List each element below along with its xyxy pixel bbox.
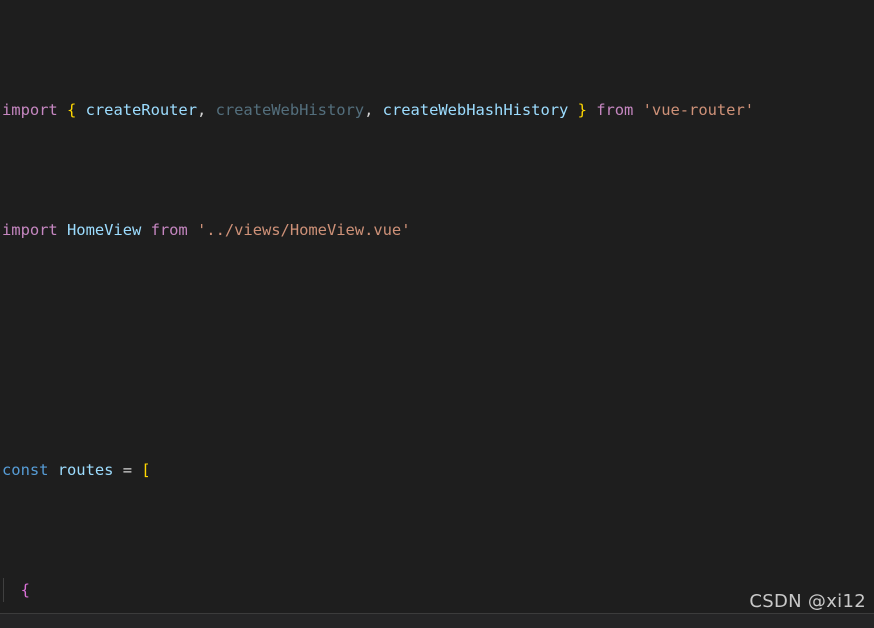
token-string: '../views/HomeView.vue' xyxy=(197,221,411,239)
horizontal-scrollbar[interactable] xyxy=(0,613,874,628)
bracket: { xyxy=(20,581,30,599)
bracket: } xyxy=(577,101,587,119)
token-unused-import: createWebHistory xyxy=(215,101,365,119)
bracket: { xyxy=(67,101,77,119)
code-editor[interactable]: import { createRouter, createWebHistory,… xyxy=(0,0,874,628)
csdn-watermark: CSDN @xi12 xyxy=(749,591,866,612)
code-line: const routes = [ xyxy=(2,461,151,479)
code-line: import HomeView from '../views/HomeView.… xyxy=(0,218,874,242)
token-keyword: from xyxy=(150,221,188,239)
code-content[interactable]: import { createRouter, createWebHistory,… xyxy=(0,0,874,628)
token-keyword: import xyxy=(2,101,58,119)
code-line: { xyxy=(0,578,874,602)
bracket: [ xyxy=(141,461,151,479)
token-identifier: routes xyxy=(57,461,114,479)
token-identifier: createRouter xyxy=(85,101,197,119)
token-keyword: import xyxy=(2,221,58,239)
token-identifier: HomeView xyxy=(67,221,142,239)
token-string: 'vue-router' xyxy=(642,101,755,119)
code-line: import { createRouter, createWebHistory,… xyxy=(2,101,755,119)
indent-guides xyxy=(0,578,874,602)
token-identifier: createWebHashHistory xyxy=(382,101,569,119)
token-keyword: const xyxy=(2,461,49,479)
token-keyword: from xyxy=(596,101,634,119)
